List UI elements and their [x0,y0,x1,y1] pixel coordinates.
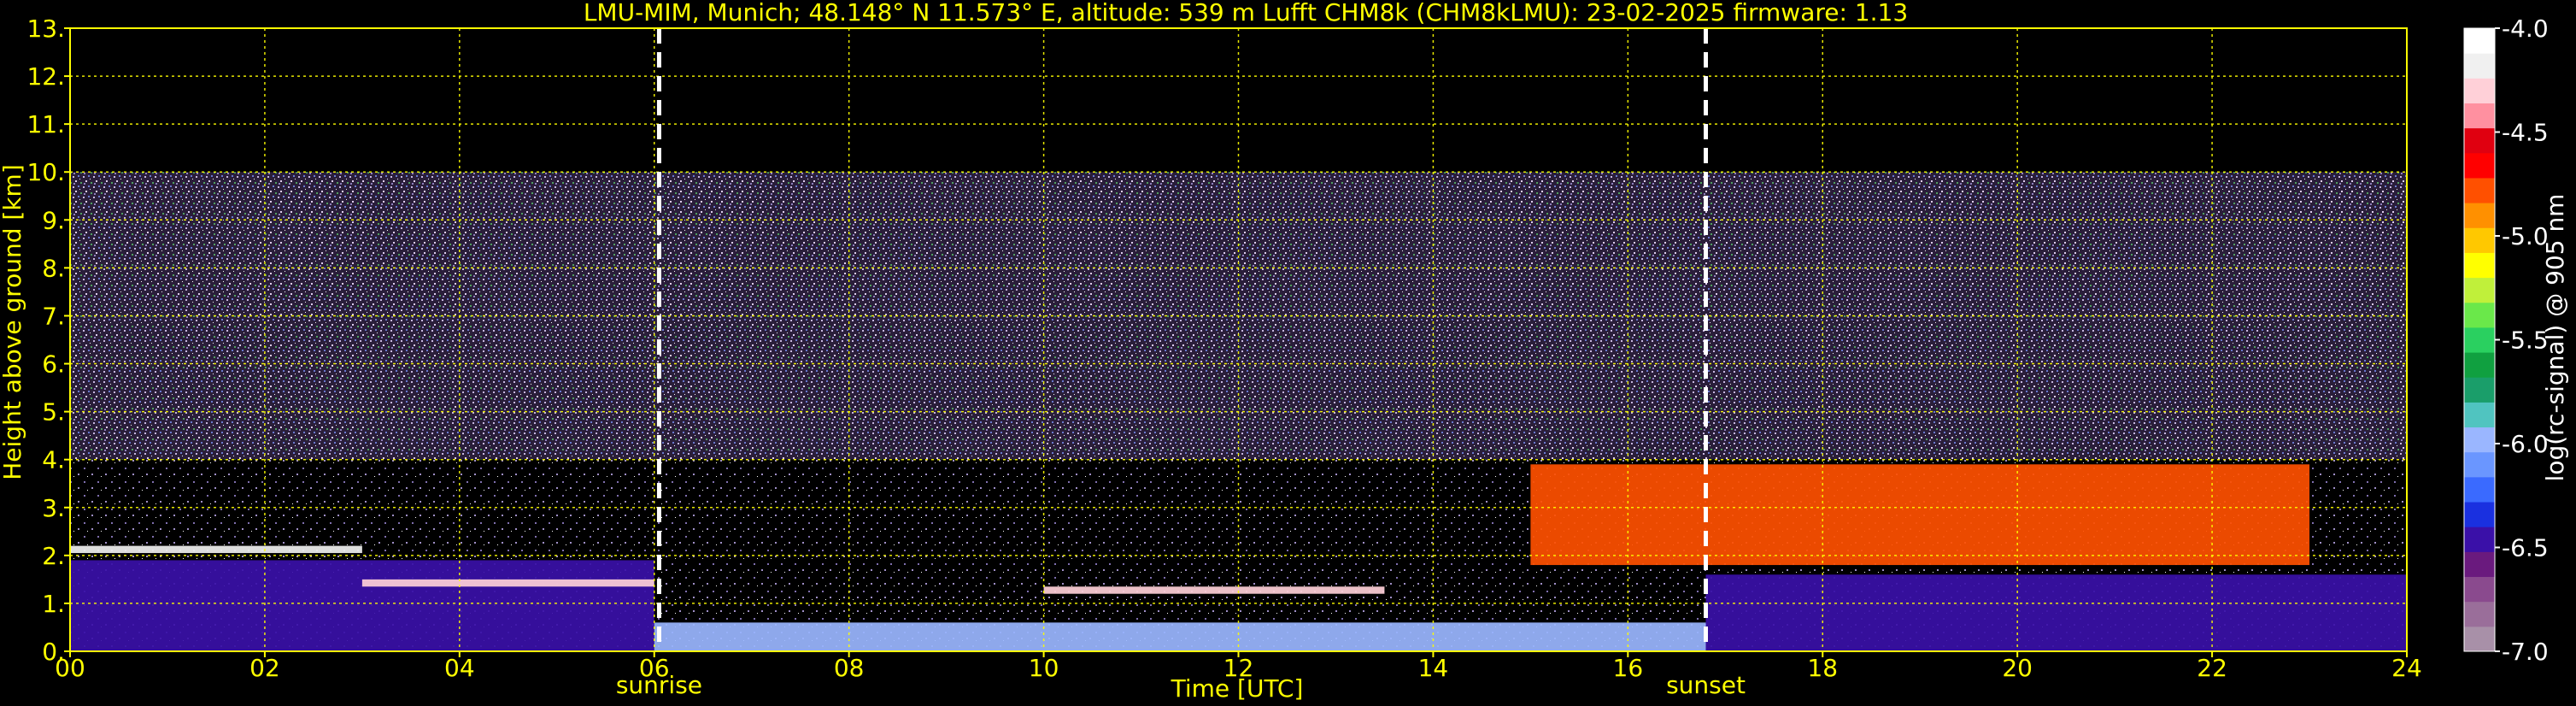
colorbar-tick-label: -4.0 [2502,15,2549,43]
y-tick-label: 1. [42,590,65,618]
colorbar-swatch [2464,302,2495,328]
cloud-base-layer-segment [1043,586,1385,594]
colorbar-swatch [2464,277,2495,303]
colorbar-tick-label: -4.5 [2502,119,2549,147]
sunrise-label: sunrise [616,671,702,699]
x-tick-label: 16 [1613,654,1644,682]
colorbar-swatch [2464,377,2495,403]
colorbar-label: log(rc-signal) @ 905 nm [2541,194,2569,482]
colorbar-swatch [2464,576,2495,603]
y-tick-label: 7. [42,302,65,330]
y-tick-label: 10. [26,158,65,186]
colorbar-swatch [2464,127,2495,154]
x-tick-label: 18 [1807,654,1838,682]
ceilometer-chart: LMU-MIM, Munich; 48.148° N 11.573° E, al… [0,0,2569,703]
x-tick-label: 10 [1029,654,1059,682]
y-tick-label: 12. [26,62,65,91]
y-tick-label: 9. [42,206,65,234]
colorbar-swatch [2464,103,2495,129]
x-tick-label: 22 [2197,654,2227,682]
colorbar-swatch [2464,53,2495,79]
y-tick-label: 13. [26,15,65,43]
cloud-base-layer-segment [70,545,362,554]
boundary-layer-aerosol-segment [654,622,1706,651]
y-tick-label: 4. [42,446,65,474]
colorbar-swatch [2464,476,2495,503]
y-tick-label: 2. [42,542,65,570]
x-tick-label: 24 [2391,654,2422,682]
x-tick-label: 20 [2002,654,2033,682]
colorbar-swatch [2464,527,2495,552]
colorbar-swatch [2464,451,2495,478]
colorbar-swatch [2464,152,2495,179]
y-tick-label: 6. [42,350,65,379]
y-axis-label: Height above ground [km] [0,164,26,480]
y-tick-label: 3. [42,494,65,522]
boundary-layer-aerosol-segment [1705,574,2407,651]
colorbar-swatch [2464,252,2495,279]
y-tick-label: 11. [26,110,65,138]
colorbar-swatch [2464,427,2495,453]
sunset-label: sunset [1666,671,1746,699]
x-tick-label: 14 [1418,654,1449,682]
cloud-base-layer-segment [361,579,654,587]
colorbar-swatch [2464,78,2495,103]
x-tick-label: 04 [444,654,475,682]
colorbar-swatch [2464,227,2495,253]
colorbar-tick-label: -7.0 [2502,638,2549,666]
colorbar-swatch [2464,203,2495,228]
colorbar-swatch [2464,177,2495,203]
colorbar-swatch [2464,502,2495,527]
colorbar-swatch [2464,402,2495,428]
colorbar-swatch [2464,551,2495,578]
y-tick-label: 5. [42,398,65,427]
y-tick-label: 8. [42,254,65,282]
colorbar-swatch [2464,28,2495,54]
x-tick-label: 02 [249,654,280,682]
colorbar-swatch [2464,327,2495,353]
colorbar-swatch [2464,601,2495,627]
boundary-layer-aerosol-segment [70,560,654,651]
x-axis-label: Time [UTC] [1171,674,1304,703]
colorbar: -4.0-4.5-5.0-5.5-6.0-6.5-7.0 [2463,15,2549,666]
cloud-base-layer-segment [1530,464,2310,566]
y-axis-ticks: 0.1.2.3.4.5.6.7.8.9.10.11.12.13. [26,15,70,666]
chart-title: LMU-MIM, Munich; 48.148° N 11.573° E, al… [584,0,1908,26]
x-tick-label: 08 [834,654,865,682]
colorbar-tick-label: -6.5 [2502,534,2549,562]
x-tick-label: 00 [55,654,85,682]
colorbar-swatch [2464,352,2495,378]
colorbar-swatch [2464,626,2495,652]
